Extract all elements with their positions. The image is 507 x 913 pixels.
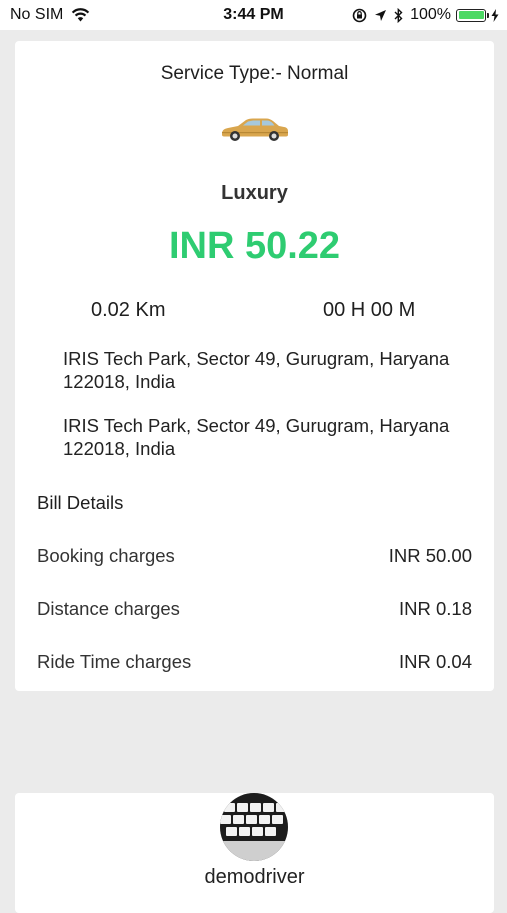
drop-address: IRIS Tech Park, Sector 49, Gurugram, Har… xyxy=(63,415,450,459)
status-right: 100% xyxy=(352,6,499,24)
fare-amount: INR 50.22 xyxy=(168,225,341,267)
rotation-lock-icon xyxy=(352,8,367,23)
driver-avatar[interactable] xyxy=(220,793,288,861)
trip-distance: 0.02 Km xyxy=(91,299,166,321)
bill-row-label: Ride Time charges xyxy=(37,651,192,672)
bill-details-title: Bill Details xyxy=(37,492,124,513)
bill-row-label: Distance charges xyxy=(37,598,180,619)
bill-row-value: INR 0.04 xyxy=(398,651,472,672)
driver-card: demodriver xyxy=(15,793,494,913)
driver-name: demodriver xyxy=(204,866,305,888)
bill-row-value: INR 50.00 xyxy=(388,545,472,566)
charging-icon xyxy=(491,8,499,22)
pickup-address: IRIS Tech Park, Sector 49, Gurugram, Har… xyxy=(63,348,450,392)
bill-row-value: INR 0.18 xyxy=(398,598,472,619)
bill-row-ride-time: Ride Time charges INR 0.04 xyxy=(37,651,472,675)
bill-row-booking: Booking charges INR 50.00 xyxy=(37,545,472,569)
trip-duration: 00 H 00 M xyxy=(323,299,416,321)
bluetooth-icon xyxy=(394,7,403,23)
battery-percentage: 100% xyxy=(410,6,451,23)
car-icon xyxy=(220,114,290,144)
trip-summary-card: Service Type:- Normal Luxury INR 50.22 0… xyxy=(15,41,494,691)
bill-row-label: Booking charges xyxy=(37,545,175,566)
bill-row-distance: Distance charges INR 0.18 xyxy=(37,598,472,622)
service-type-label: Service Type:- Normal xyxy=(160,63,349,84)
battery-icon xyxy=(456,8,489,22)
vehicle-name: Luxury xyxy=(221,182,288,204)
location-arrow-icon xyxy=(374,9,387,22)
status-bar: No SIM 3:44 PM 100% xyxy=(0,0,507,30)
